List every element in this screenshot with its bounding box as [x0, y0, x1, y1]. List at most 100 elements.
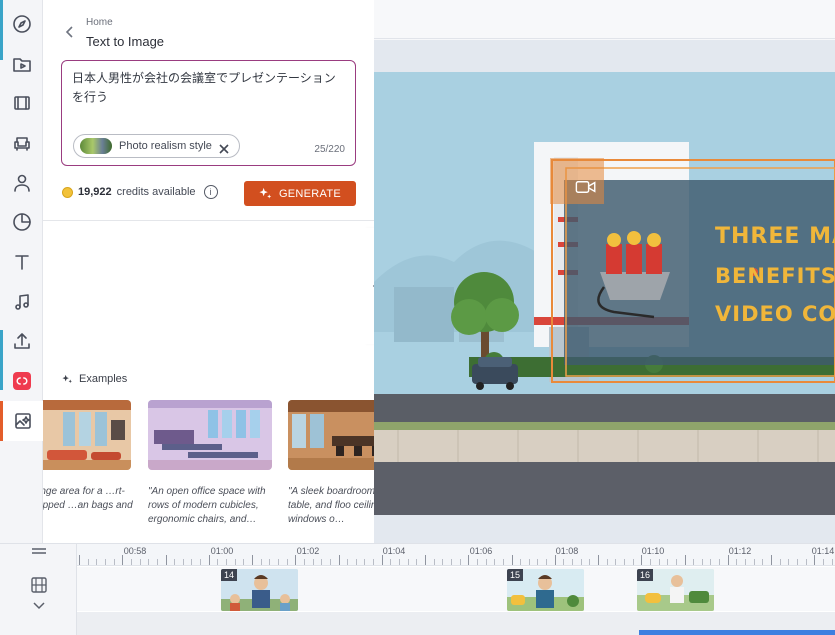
ruler-tick: [623, 559, 625, 565]
ruler-tick: [649, 559, 651, 565]
ruler-tick: [338, 555, 340, 565]
example-card[interactable]: …ly lounge area for a …rt-up, equipped ……: [43, 400, 133, 527]
characters-nav[interactable]: [0, 163, 43, 203]
style-chip[interactable]: Photo realism style: [73, 134, 240, 158]
scene-clip[interactable]: 14: [221, 569, 298, 611]
ruler-tick: [788, 559, 790, 565]
breadcrumb[interactable]: Home: [86, 17, 113, 28]
charts-nav[interactable]: [0, 202, 43, 242]
example-caption: "An open office space with rows of moder…: [148, 486, 266, 525]
brand-app-nav[interactable]: [0, 361, 43, 401]
ruler-tick: [572, 559, 574, 565]
ruler-tick: [753, 559, 755, 565]
ruler-tick: [736, 559, 738, 565]
example-card[interactable]: "A sleek boardroom long table, and floo …: [288, 400, 374, 527]
audio-clip[interactable]: [639, 630, 835, 635]
ruler-tick: [684, 555, 686, 565]
ruler-tick: [831, 559, 833, 565]
ruler-tick: [416, 559, 418, 565]
ruler-tick: [381, 555, 383, 565]
ruler-tick: [234, 559, 236, 565]
chevron-down-icon[interactable]: [33, 602, 45, 610]
scene-headline-line1[interactable]: THREE MA: [715, 224, 835, 249]
timeline-ruler[interactable]: 00:58 01:00 01:02 01:04 01:06 01:08 01:1…: [77, 544, 835, 566]
ruler-tick: [796, 559, 798, 565]
sparkle-icon: [259, 187, 272, 199]
ruler-tick: [79, 555, 80, 565]
music-icon: [14, 294, 29, 310]
ruler-tick: [710, 559, 712, 565]
audio-track: [77, 612, 835, 635]
ruler-tick: [226, 559, 228, 565]
ruler-tick: [399, 559, 401, 565]
video-camera-icon[interactable]: [575, 180, 597, 194]
ruler-tick: [390, 559, 392, 565]
scene-clip[interactable]: 16: [637, 569, 714, 611]
explore-nav[interactable]: [0, 4, 43, 44]
scene-clip[interactable]: 15: [507, 569, 584, 611]
credits-info: 19,922 credits available i: [62, 185, 218, 199]
text-to-image-panel: Home Text to Image 日本人男性が会社の会議室でプレゼンテーショ…: [43, 0, 374, 543]
upload-icon: [13, 333, 30, 349]
ruler-tick: [174, 559, 176, 565]
ruler-tick: [528, 559, 530, 565]
prompt-text[interactable]: 日本人男性が会社の会議室でプレゼンテーションを行う: [72, 69, 344, 107]
ruler-tick: [217, 559, 219, 565]
ruler-tick: [727, 555, 729, 565]
text-nav[interactable]: [0, 242, 43, 282]
drag-handle-icon[interactable]: [31, 547, 47, 555]
ruler-tick: [511, 555, 513, 565]
ruler-tick: [537, 559, 539, 565]
ruler-tick: [113, 559, 115, 565]
ruler-tick: [252, 555, 253, 565]
credits-label: credits available: [116, 186, 196, 198]
tick-label: 01:10: [641, 546, 665, 556]
back-button[interactable]: [63, 25, 77, 39]
compass-icon: [12, 15, 31, 33]
ruler-tick: [425, 555, 426, 565]
example-caption: "A sleek boardroom long table, and floo …: [288, 486, 374, 525]
ruler-tick: [442, 559, 444, 565]
clip-number: 16: [637, 569, 654, 581]
ruler-tick: [87, 559, 89, 565]
ruler-tick: [814, 555, 816, 565]
ruler-tick: [130, 559, 132, 565]
ruler-tick: [745, 559, 747, 565]
ruler-tick: [96, 559, 98, 565]
audio-nav[interactable]: [0, 282, 43, 322]
upload-nav[interactable]: [0, 321, 43, 361]
ruler-tick: [606, 559, 608, 565]
ruler-tick: [502, 559, 504, 565]
video-scene-canvas[interactable]: THREE MA BENEFITS VIDEO CON: [374, 72, 835, 515]
clip-number: 14: [221, 569, 238, 581]
ruler-tick: [476, 559, 478, 565]
example-card[interactable]: "An open office space with rows of moder…: [148, 400, 272, 527]
scene-headline-line2[interactable]: BENEFITS: [715, 264, 835, 288]
ruler-tick: [312, 559, 314, 565]
ruler-tick: [693, 559, 695, 565]
scene-headline-line3[interactable]: VIDEO CON: [715, 302, 835, 326]
chevron-left-icon: [65, 26, 73, 38]
media-nav[interactable]: [0, 44, 43, 84]
ruler-tick: [165, 555, 167, 565]
ruler-tick: [122, 555, 124, 565]
film-icon: [13, 96, 30, 110]
tick-label: 01:04: [382, 546, 406, 556]
close-icon[interactable]: [219, 141, 229, 154]
text-icon: [14, 255, 29, 270]
examples-heading: Examples: [62, 373, 127, 385]
film-strip-icon[interactable]: [30, 576, 48, 594]
generate-button[interactable]: GENERATE: [244, 181, 356, 206]
timeline-controls: [0, 544, 77, 635]
ruler-tick: [459, 559, 461, 565]
ruler-tick: [269, 559, 271, 565]
info-icon[interactable]: i: [203, 185, 218, 199]
props-nav[interactable]: [0, 123, 43, 163]
coin-icon: [62, 186, 73, 198]
armchair-icon: [13, 137, 30, 151]
ruler-tick: [355, 559, 357, 565]
ruler-tick: [286, 559, 288, 565]
scenes-nav[interactable]: [0, 83, 43, 123]
prompt-input[interactable]: 日本人男性が会社の会議室でプレゼンテーションを行う Photo realism …: [61, 60, 356, 166]
ai-image-nav[interactable]: [0, 401, 43, 441]
